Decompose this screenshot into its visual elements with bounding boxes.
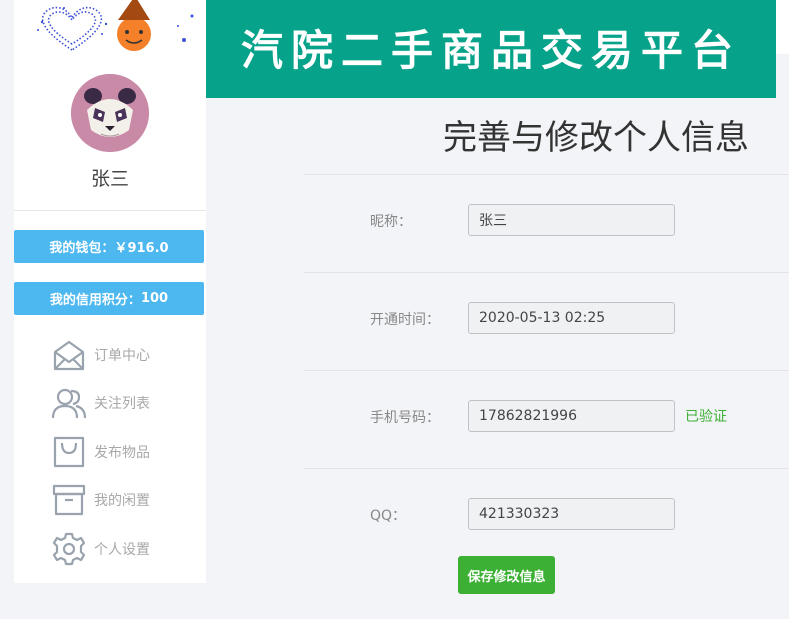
sidebar-item-label: 发布物品 [94,445,150,461]
heart-and-pumpkin-icon [37,0,194,51]
credit-value: 100 [140,291,169,306]
site-title: 汽院二手商品交易平台 [240,25,741,75]
register-time-input[interactable] [468,302,675,334]
panda-avatar-icon [71,74,149,152]
gear-icon [52,532,86,566]
header-banner: 汽院二手商品交易平台 [206,0,776,98]
qq-input[interactable] [468,498,675,530]
envelope-icon [52,338,86,372]
sidebar-item-label: 关注列表 [94,396,150,412]
sidebar-item-label: 我的闲置 [94,493,150,509]
credit-label: 我的信用积分： [49,293,141,308]
users-icon [52,386,86,420]
sidebar-item-label: 个人设置 [94,542,150,558]
username: 张三 [90,168,129,190]
nickname-input[interactable] [468,204,675,236]
archive-box-icon [52,483,86,517]
credit-button[interactable]: 我的信用积分： 100 [14,282,204,315]
page-title: 完善与修改个人信息 [443,118,749,158]
row-divider [304,272,789,273]
row-divider [304,174,789,175]
nickname-label: 昵称： [370,214,412,230]
sidebar-item-idle[interactable]: 我的闲置 [52,482,202,518]
phone-input[interactable] [468,400,675,432]
sidebar-item-orders[interactable]: 订单中心 [52,337,202,373]
header-right-gap [776,0,789,54]
wallet-label: 我的钱包： [49,241,115,256]
row-divider [304,370,789,371]
qq-label: QQ： [370,508,407,524]
sidebar-item-settings[interactable]: 个人设置 [52,531,202,567]
sidebar-divider [14,210,206,211]
save-button[interactable]: 保存修改信息 [458,556,555,594]
shopping-bag-icon [52,435,86,469]
avatar[interactable] [71,74,149,152]
register-time-label: 开通时间： [370,312,440,328]
phone-label: 手机号码： [370,410,440,426]
decorative-header-image [14,0,206,54]
row-divider [304,468,789,469]
phone-verified-status: 已验证 [685,409,727,425]
wallet-button[interactable]: 我的钱包： ￥916.0 [14,230,204,263]
sidebar-item-following[interactable]: 关注列表 [52,385,202,421]
wallet-value: ￥916.0 [114,241,169,256]
sidebar-item-label: 订单中心 [94,348,150,364]
sidebar: 张三 我的钱包： ￥916.0 我的信用积分： 100 订单中心 关注列表 发布… [14,54,206,583]
sidebar-item-publish[interactable]: 发布物品 [52,434,202,470]
